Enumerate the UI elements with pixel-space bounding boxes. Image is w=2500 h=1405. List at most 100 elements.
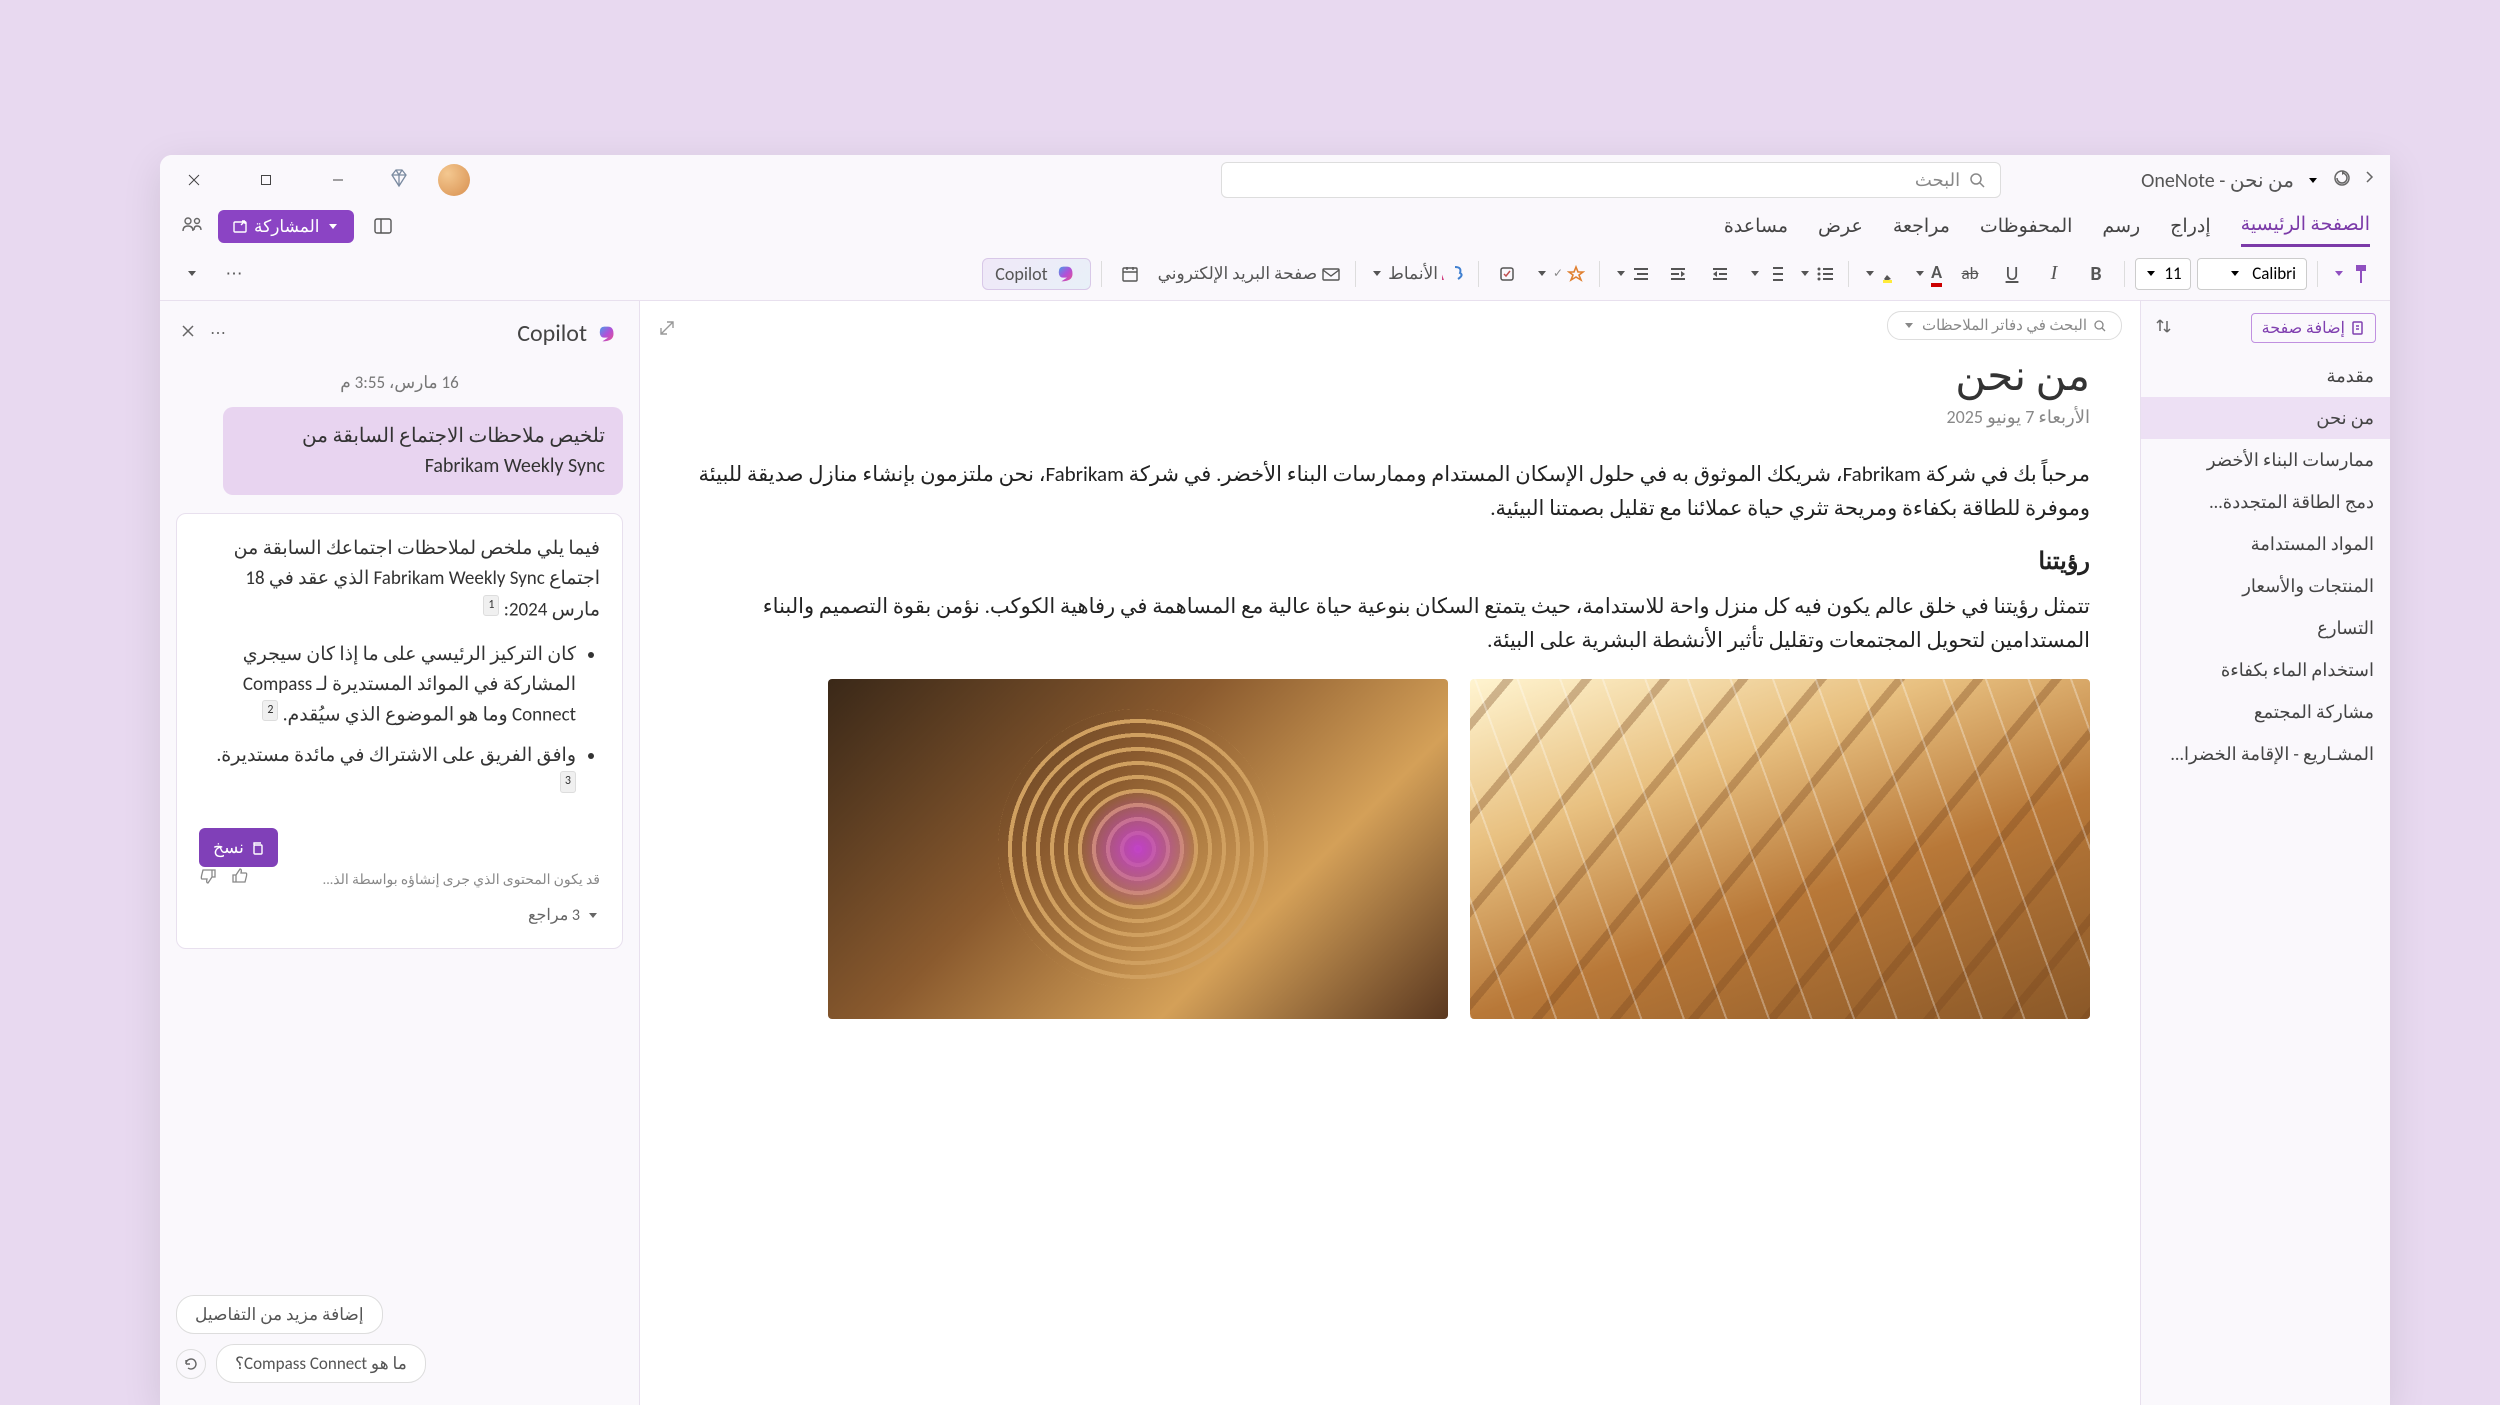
response-intro: فيما يلي ملخص لملاحظات اجتماعك السابقة م… [234,537,600,621]
page-item[interactable]: مقدمة [2141,355,2390,397]
tab-view[interactable]: عرض [1818,207,1863,246]
indent-decrease-button[interactable] [1702,256,1738,292]
refresh-suggestions-icon[interactable] [176,1349,206,1379]
copilot-button[interactable]: Copilot [982,258,1090,290]
font-size-select[interactable]: 11 [2135,258,2191,290]
image-row [690,679,2090,1019]
app-title: من نحن - OneNote [2141,168,2294,193]
share-button[interactable]: المشاركة [218,210,354,243]
document-image[interactable] [828,679,1448,1019]
tab-history[interactable]: المحفوظات [1980,207,2073,246]
page-title[interactable]: من نحن [690,351,2090,402]
minimize-button[interactable] [316,164,360,196]
strikethrough-button[interactable]: ab [1952,256,1988,292]
copy-button[interactable]: نسخ [199,828,278,867]
email-icon [1321,264,1341,284]
copilot-user-message: تلخيص ملاحظات الاجتماع السابقة من Fabrik… [223,407,623,495]
document-image[interactable] [1470,679,2090,1019]
page-item[interactable]: من نحن [2141,397,2390,439]
toolbar: Calibri 11 B I U ab A 123 ✓ A الأنماط صف… [160,247,2390,301]
indent-increase-button[interactable] [1660,256,1696,292]
search-icon [2093,319,2107,333]
add-page-icon [2351,321,2365,335]
copilot-icon [1056,263,1078,285]
nav-back-icon[interactable] [2332,168,2352,193]
email-page-button[interactable]: صفحة البريد الإلكتروني [1154,256,1345,292]
numbering-button[interactable]: 123 [1744,256,1788,292]
chevron-down-icon[interactable] [2309,178,2317,183]
references-link[interactable]: 3 مراجع [199,903,600,929]
resize-handle-icon[interactable] [658,319,676,342]
bold-button[interactable]: B [2078,256,2114,292]
todo-button[interactable] [1489,256,1525,292]
close-button[interactable] [172,164,216,196]
nav-back-forward [2332,168,2378,193]
align-button[interactable] [1610,256,1654,292]
page-item[interactable]: مشاركة المجتمع [2141,691,2390,733]
presence-icon[interactable] [180,212,204,241]
more-button[interactable]: ⋯ [216,256,252,292]
copilot-panel: Copilot ⋯ 16 مارس، 3:55 م تلخيص ملاحظات … [160,301,640,1405]
response-bullet: كان التركيز الرئيسي على ما إذا كان سيجري… [199,640,576,732]
reference-badge[interactable]: 2 [262,700,278,721]
meeting-details-button[interactable] [1112,256,1148,292]
user-avatar[interactable] [438,164,470,196]
titlebar: من نحن - OneNote البحث [160,155,2390,205]
app-window: من نحن - OneNote البحث الصفحة الرئيسية إ… [160,155,2390,1405]
more-icon[interactable]: ⋯ [210,323,226,344]
page-item[interactable]: التسارع [2141,607,2390,649]
ribbon-tabs: الصفحة الرئيسية إدراج رسم المحفوظات مراج… [160,205,2390,247]
close-icon[interactable] [180,323,196,344]
suggestion-chip[interactable]: إضافة مزيد من التفاصيل [176,1295,383,1334]
search-icon [1968,171,1986,189]
font-color-button[interactable]: A [1909,256,1946,292]
nav-forward-icon[interactable] [2360,168,2378,193]
paragraph[interactable]: مرحباً بك في شركة Fabrikam، شريكك الموثو… [690,458,2090,525]
diamond-icon[interactable] [388,167,410,194]
copilot-suggestions: إضافة مزيد من التفاصيل ما هو Compass Con… [176,1295,623,1393]
italic-button[interactable]: I [2036,256,2072,292]
page-item[interactable]: المشـاريع - الإقامة الخضرا... [2141,733,2390,775]
search-notebooks[interactable]: البحث في دفاتر الملاحظات [1887,311,2122,340]
sort-icon[interactable] [2155,317,2173,340]
reference-badge[interactable]: 3 [560,771,576,792]
panel-toggle-icon[interactable] [368,211,398,241]
tab-draw[interactable]: رسم [2102,207,2140,246]
styles-icon: A [1442,263,1464,285]
page-item[interactable]: المواد المستدامة [2141,523,2390,565]
page-item[interactable]: استخدام الماء بكفاءة [2141,649,2390,691]
document-content[interactable]: البحث في دفاتر الملاحظات من نحن الأربعاء… [640,301,2140,1405]
collapse-ribbon-button[interactable] [174,256,210,292]
add-page-button[interactable]: إضافة صفحة [2251,313,2376,343]
page-item[interactable]: المنتجات والأسعار [2141,565,2390,607]
format-painter-button[interactable] [2328,256,2376,292]
styles-button[interactable]: A الأنماط [1366,256,1468,292]
font-family-select[interactable]: Calibri [2197,258,2307,290]
bullets-button[interactable] [1794,256,1838,292]
search-placeholder: البحث [1915,169,1960,191]
copilot-icon [597,323,619,345]
paragraph[interactable]: تتمثل رؤيتنا في خلق عالم يكون فيه كل منز… [690,590,2090,657]
suggestion-chip[interactable]: ما هو Compass Connect؟ [216,1344,426,1383]
global-search[interactable]: البحث [1221,162,2001,198]
svg-text:A: A [1442,266,1444,285]
tags-button[interactable]: ✓ [1531,256,1589,292]
page-item[interactable]: دمج الطاقة المتجددة... [2141,481,2390,523]
copilot-response: فيما يلي ملخص لملاحظات اجتماعك السابقة م… [176,513,623,949]
highlight-button[interactable] [1859,256,1903,292]
share-icon [232,218,248,234]
underline-button[interactable]: U [1994,256,2030,292]
thumbs-up-icon[interactable] [231,867,249,892]
heading[interactable]: رؤيتنا [690,547,2090,576]
tab-home[interactable]: الصفحة الرئيسية [2241,205,2370,247]
tab-insert[interactable]: إدراج [2170,207,2210,246]
tab-review[interactable]: مراجعة [1893,207,1950,246]
maximize-button[interactable] [244,164,288,196]
ai-disclaimer: قد يكون المحتوى الذي جرى إنشاؤه بواسطة ا… [323,869,600,891]
response-bullet: وافق الفريق على الاشتراك في مائدة مستدير… [199,741,576,802]
tab-help[interactable]: مساعدة [1724,207,1788,246]
reference-badge[interactable]: 1 [483,595,499,616]
thumbs-down-icon[interactable] [199,867,217,892]
page-item[interactable]: ممارسات البناء الأخضر [2141,439,2390,481]
copilot-timestamp: 16 مارس، 3:55 م [176,372,623,393]
